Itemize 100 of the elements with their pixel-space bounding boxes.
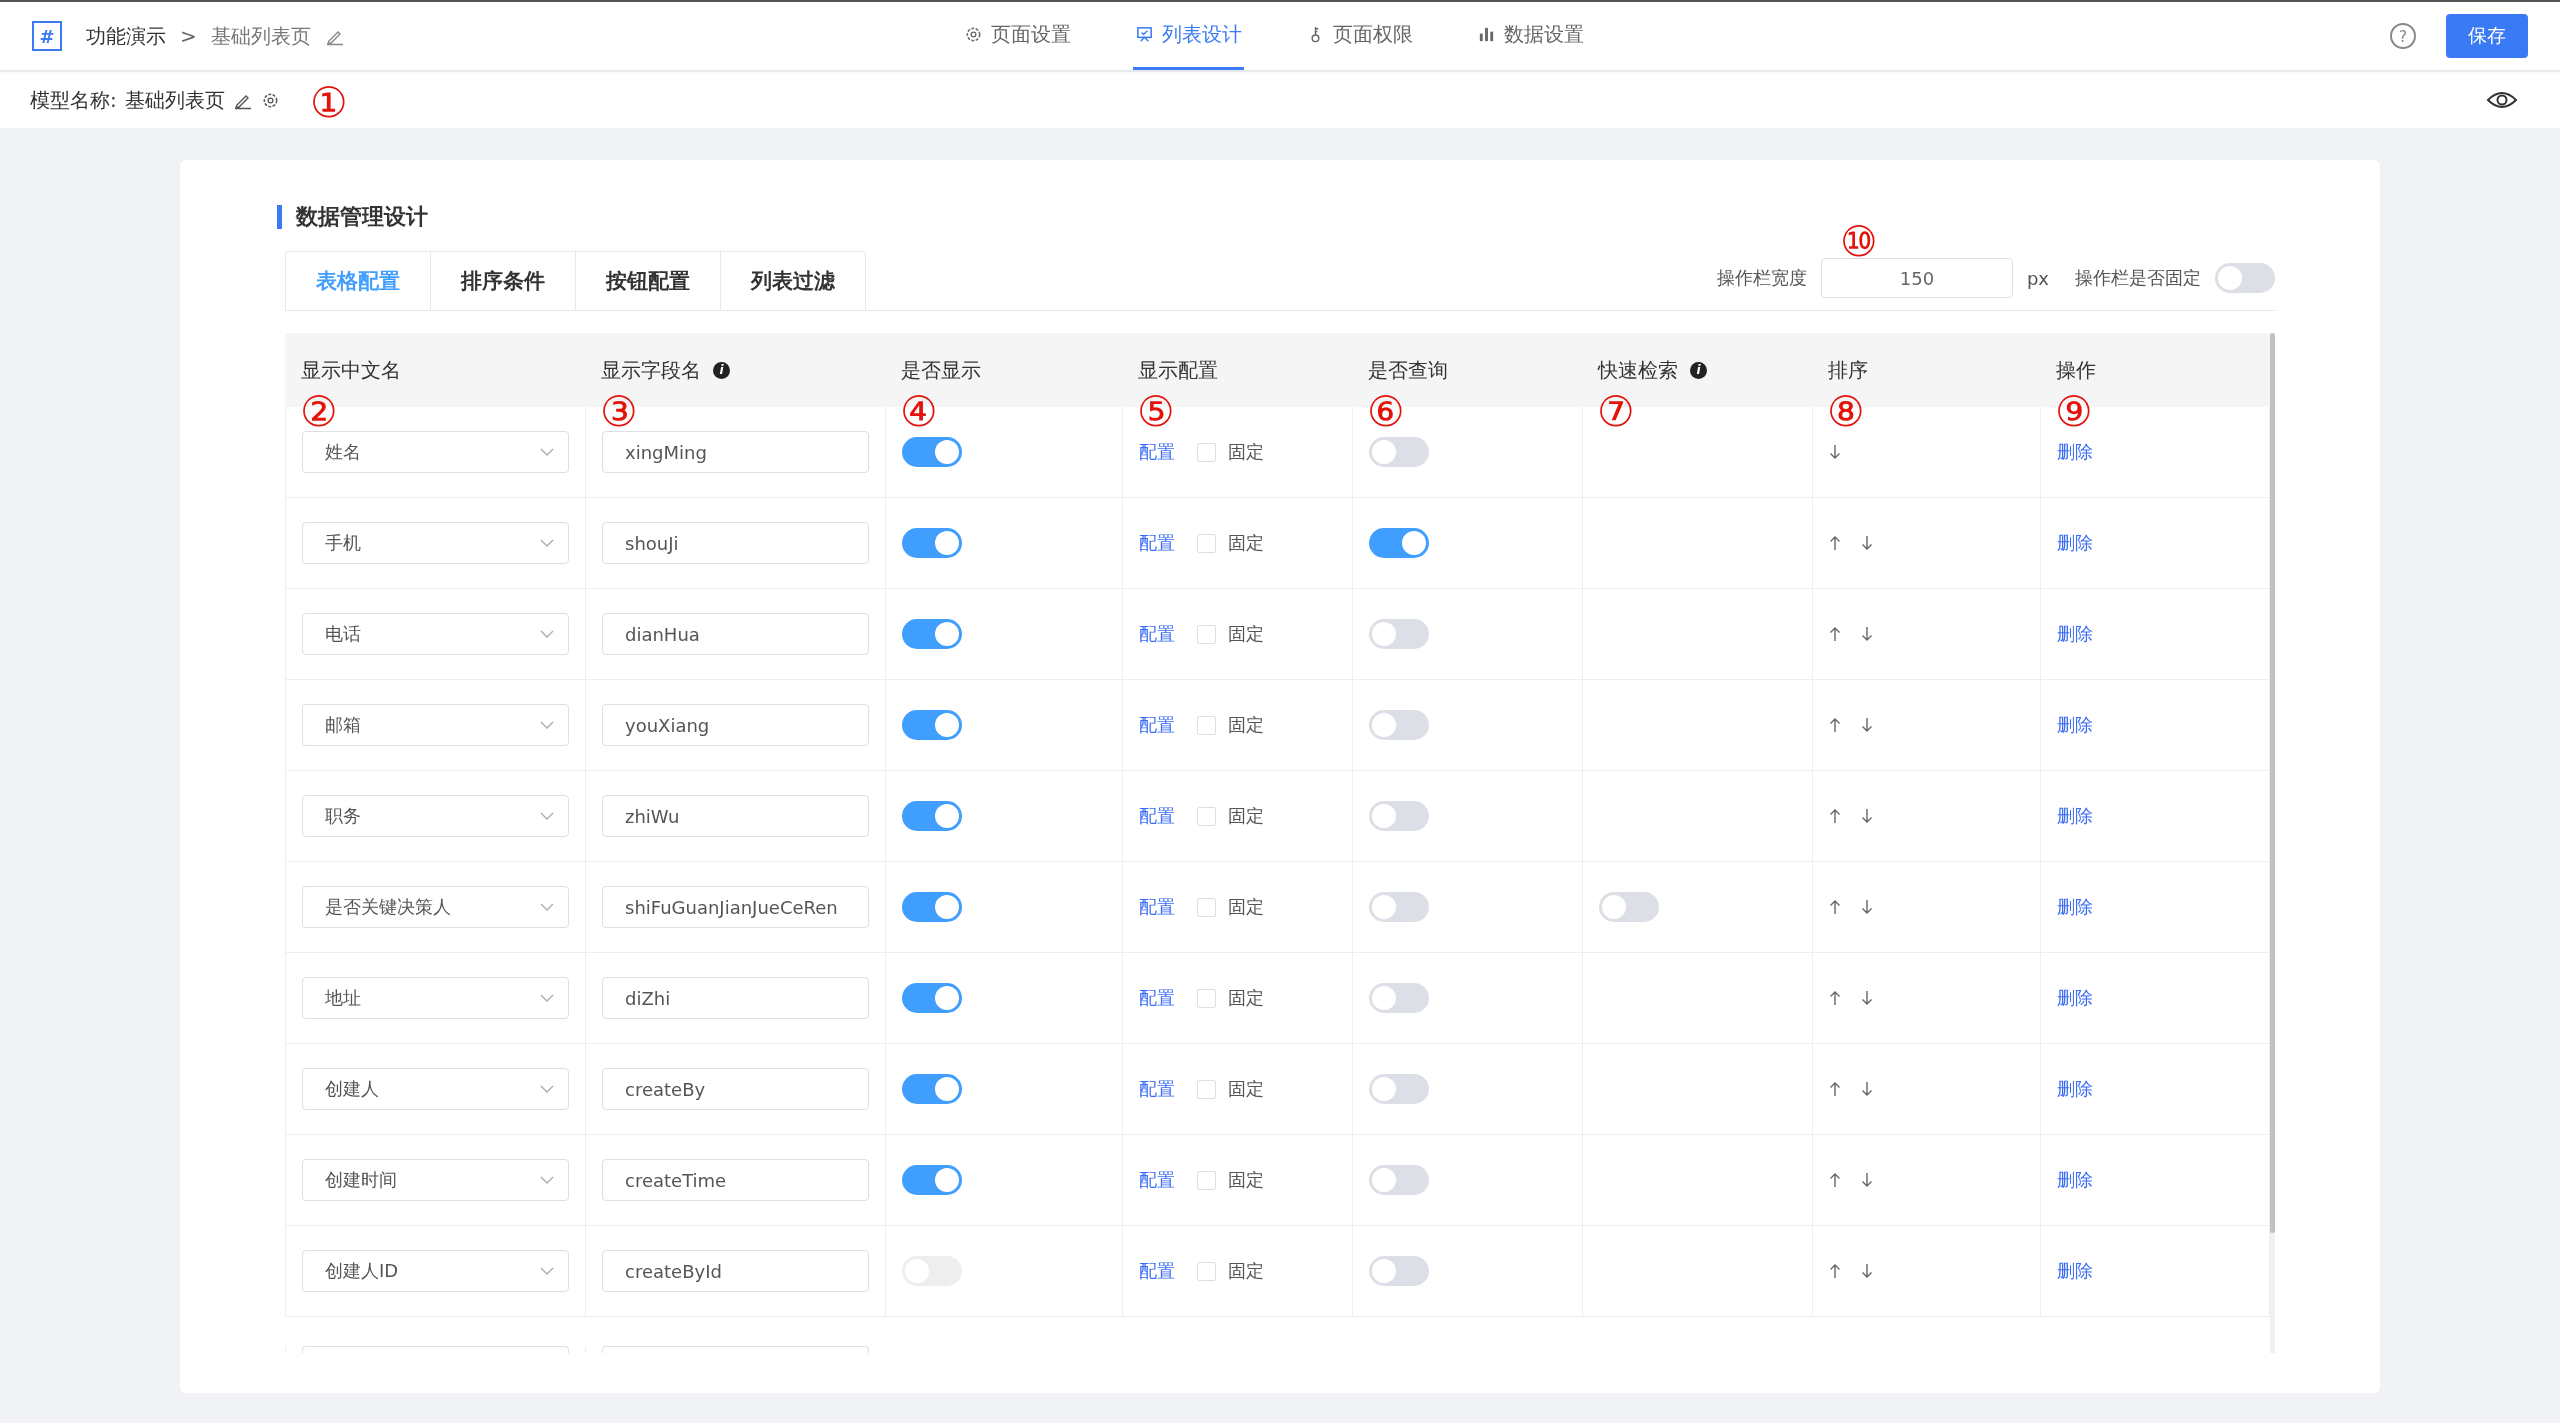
callout-number: ⑧ — [1827, 391, 1865, 433]
config-link[interactable]: 配置 — [1139, 1259, 1175, 1283]
nav-tab[interactable]: 页面设置 — [962, 2, 1073, 70]
checkbox[interactable] — [1197, 1170, 1216, 1190]
chevron-down-icon — [540, 903, 554, 911]
field-name-input[interactable]: dianHua — [602, 613, 869, 655]
config-tab[interactable]: 排序条件 — [431, 252, 576, 310]
sort-arrows-icon[interactable] — [1829, 808, 1873, 824]
delete-link[interactable]: 删除 — [2057, 895, 2093, 919]
name-select[interactable]: 创建人 — [302, 1068, 569, 1110]
toggle-switch[interactable] — [902, 1074, 962, 1104]
checkbox[interactable] — [1197, 988, 1216, 1008]
checkbox[interactable] — [1197, 533, 1216, 553]
checkbox[interactable] — [1197, 1261, 1216, 1281]
chevron-down-icon — [540, 994, 554, 1002]
field-name-input[interactable]: createBy — [602, 1068, 869, 1110]
delete-link[interactable]: 删除 — [2057, 1077, 2093, 1101]
field-name-input[interactable]: createById — [602, 1250, 869, 1292]
toggle-switch[interactable] — [2215, 263, 2275, 293]
toggle-switch[interactable] — [902, 892, 962, 922]
checkbox[interactable] — [1197, 442, 1216, 462]
checkbox[interactable] — [1197, 715, 1216, 735]
toggle-switch[interactable] — [902, 710, 962, 740]
delete-link[interactable]: 删除 — [2057, 531, 2093, 555]
toggle-switch[interactable] — [1369, 1165, 1429, 1195]
toggle-switch[interactable] — [1369, 710, 1429, 740]
toggle-switch[interactable] — [1369, 983, 1429, 1013]
sort-arrows-icon[interactable] — [1829, 1263, 1873, 1279]
save-button[interactable]: 保存 — [2446, 14, 2528, 58]
checkbox[interactable] — [1197, 1079, 1216, 1099]
name-select[interactable]: 电话 — [302, 613, 569, 655]
delete-link[interactable]: 删除 — [2057, 804, 2093, 828]
sort-arrows-icon[interactable] — [1829, 444, 1841, 460]
name-select[interactable]: 是否关键决策人 — [302, 886, 569, 928]
sort-arrows-icon[interactable] — [1829, 899, 1873, 915]
name-select[interactable]: 姓名 — [302, 431, 569, 473]
delete-link[interactable]: 删除 — [2057, 1168, 2093, 1192]
chevron-down-icon — [540, 1267, 554, 1275]
config-link[interactable]: 配置 — [1139, 895, 1175, 919]
field-name-input[interactable]: createTime — [602, 1159, 869, 1201]
field-name-input[interactable]: shouJi — [602, 522, 869, 564]
config-tab[interactable]: 列表过滤 — [721, 252, 865, 310]
config-link[interactable]: 配置 — [1139, 531, 1175, 555]
delete-link[interactable]: 删除 — [2057, 986, 2093, 1010]
toggle-switch[interactable] — [1599, 892, 1659, 922]
field-name-input[interactable]: zhiWu — [602, 795, 869, 837]
checkbox-label: 固定 — [1228, 1168, 1264, 1192]
checkbox[interactable] — [1197, 806, 1216, 826]
toggle-switch[interactable] — [902, 801, 962, 831]
toggle-switch[interactable] — [902, 528, 962, 558]
toggle-switch[interactable] — [902, 1165, 962, 1195]
config-link[interactable]: 配置 — [1139, 622, 1175, 646]
nav-tab[interactable]: 页面权限 — [1304, 2, 1415, 70]
field-name-input[interactable]: diZhi — [602, 977, 869, 1019]
delete-link[interactable]: 删除 — [2057, 440, 2093, 464]
toggle-switch[interactable] — [1369, 801, 1429, 831]
sort-arrows-icon[interactable] — [1829, 990, 1873, 1006]
breadcrumb-link[interactable]: 功能演示 — [86, 22, 166, 50]
name-select[interactable]: 地址 — [302, 977, 569, 1019]
field-name-input[interactable]: shiFuGuanJianJueCeRen — [602, 886, 869, 928]
sort-arrows-icon[interactable] — [1829, 1081, 1873, 1097]
name-select[interactable]: 创建人ID — [302, 1250, 569, 1292]
toggle-switch[interactable] — [1369, 1256, 1429, 1286]
info-icon[interactable]: i — [1690, 361, 1707, 379]
sort-arrows-icon[interactable] — [1829, 1172, 1873, 1188]
name-select[interactable]: 邮箱 — [302, 704, 569, 746]
sort-arrows-icon[interactable] — [1829, 626, 1873, 642]
name-select[interactable]: 创建时间 — [302, 1159, 569, 1201]
help-icon[interactable]: ? — [2390, 23, 2416, 49]
info-icon[interactable]: i — [713, 361, 730, 379]
config-link[interactable]: 配置 — [1139, 440, 1175, 464]
checkbox[interactable] — [1197, 897, 1216, 917]
callout-number: ④ — [900, 391, 938, 433]
toggle-switch[interactable] — [902, 437, 962, 467]
config-link[interactable]: 配置 — [1139, 986, 1175, 1010]
preview-eye-icon[interactable] — [2486, 89, 2518, 111]
nav-tab[interactable]: 数据设置 — [1475, 2, 1586, 70]
toggle-switch[interactable] — [1369, 892, 1429, 922]
delete-link[interactable]: 删除 — [2057, 1259, 2093, 1283]
name-select[interactable]: 职务 — [302, 795, 569, 837]
config-link[interactable]: 配置 — [1139, 713, 1175, 737]
toggle-switch[interactable] — [902, 983, 962, 1013]
config-link[interactable]: 配置 — [1139, 804, 1175, 828]
config-tab[interactable]: 按钮配置 — [576, 252, 721, 310]
field-name-input[interactable]: xingMing — [602, 431, 869, 473]
sort-arrows-icon[interactable] — [1829, 717, 1873, 733]
toggle-switch[interactable] — [1369, 528, 1429, 558]
toggle-switch[interactable] — [1369, 619, 1429, 649]
toggle-switch[interactable] — [1369, 437, 1429, 467]
field-name-input[interactable]: youXiang — [602, 704, 869, 746]
scrollbar[interactable] — [2270, 333, 2275, 1353]
name-select[interactable]: 手机 — [302, 522, 569, 564]
toggle-switch[interactable] — [902, 619, 962, 649]
config-link[interactable]: 配置 — [1139, 1077, 1175, 1101]
checkbox[interactable] — [1197, 624, 1216, 644]
delete-link[interactable]: 删除 — [2057, 713, 2093, 737]
delete-link[interactable]: 删除 — [2057, 622, 2093, 646]
sort-arrows-icon[interactable] — [1829, 535, 1873, 551]
toggle-switch[interactable] — [1369, 1074, 1429, 1104]
config-link[interactable]: 配置 — [1139, 1168, 1175, 1192]
